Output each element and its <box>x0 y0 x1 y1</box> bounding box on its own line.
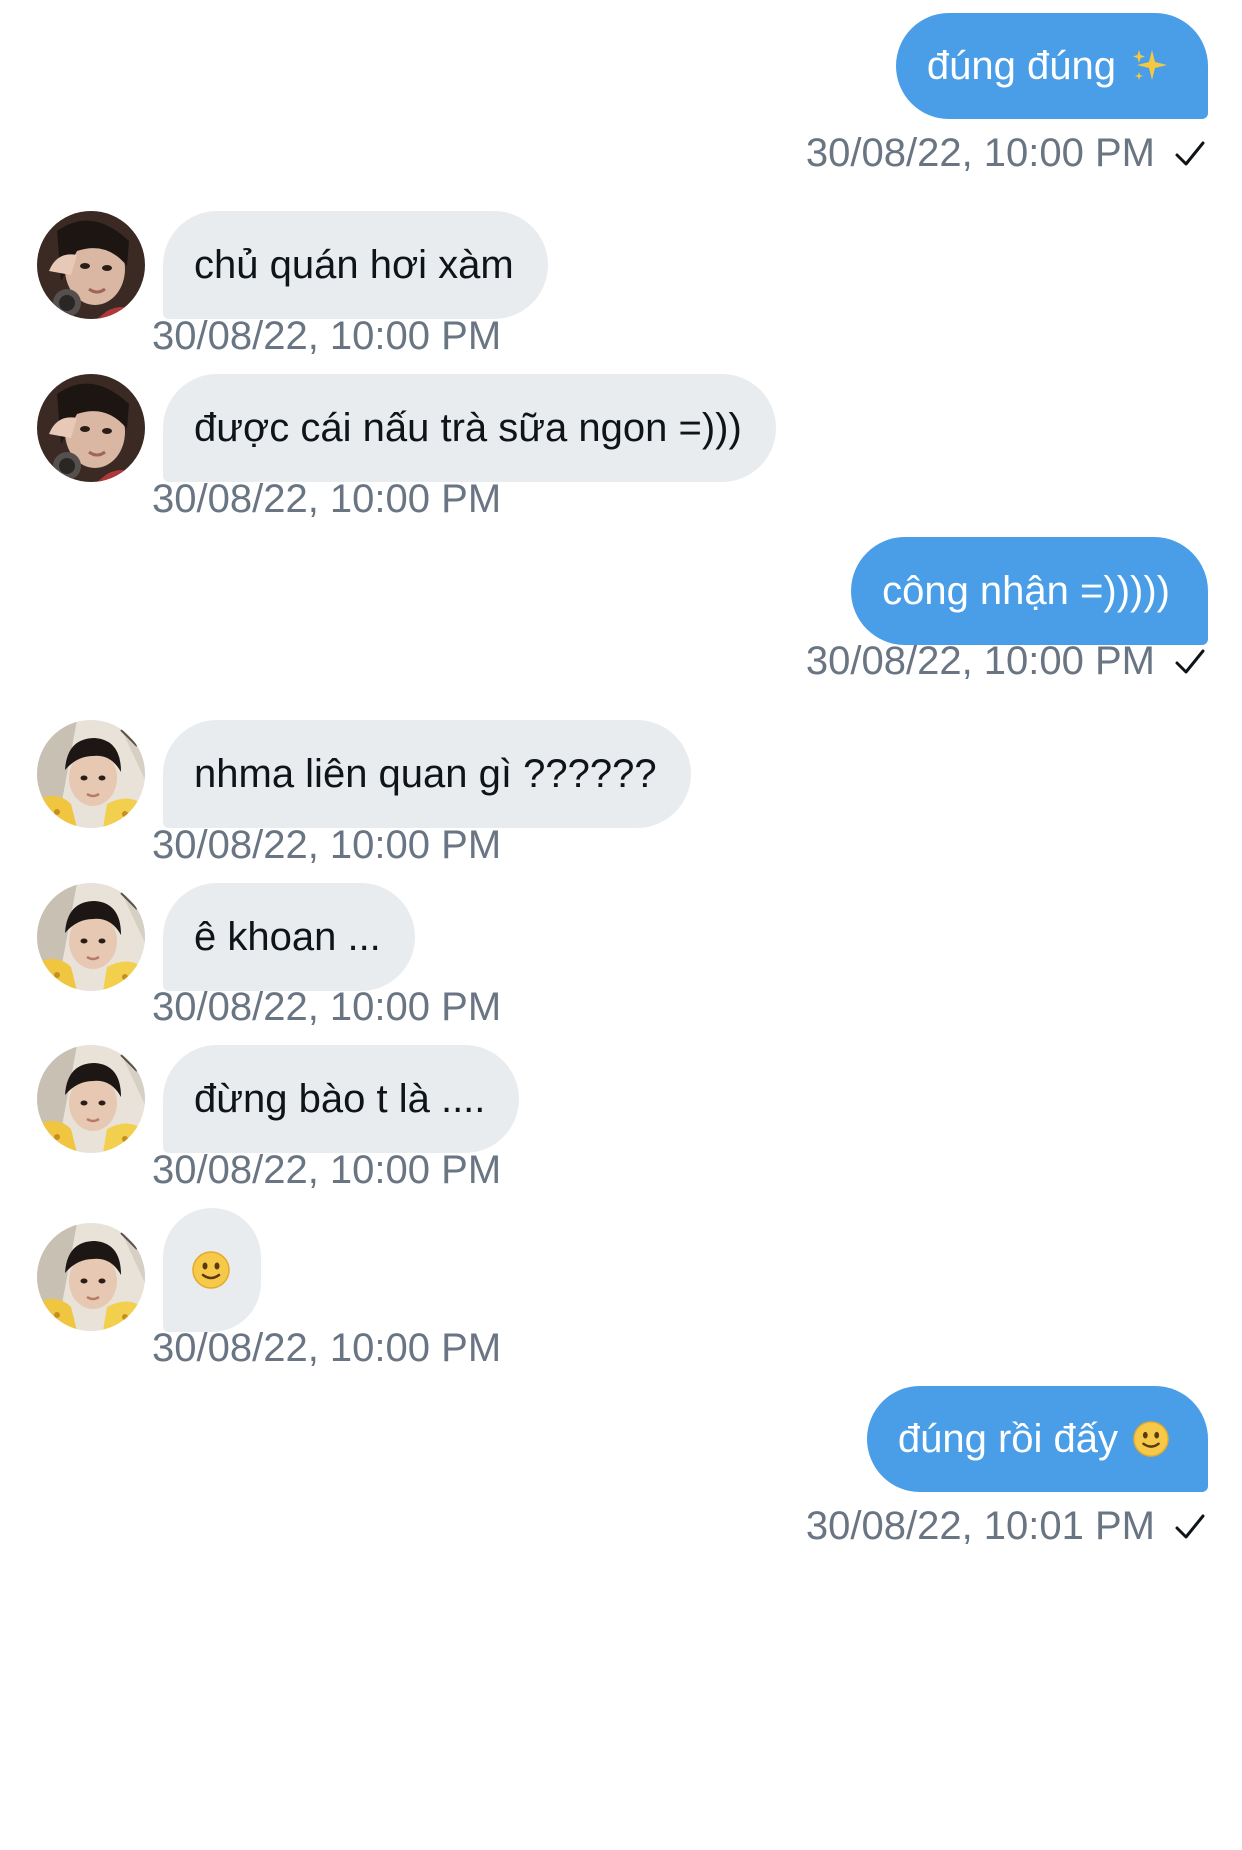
message-timestamp: 30/08/22, 10:00 PM <box>806 131 1207 176</box>
incoming-message-bubble[interactable]: chủ quán hơi xàm <box>163 211 548 319</box>
timestamp-text: 30/08/22, 10:00 PM <box>805 639 1155 683</box>
profile-photo-image <box>37 1045 145 1153</box>
incoming-message-bubble[interactable]: được cái nấu trà sữa ngon =))) <box>163 374 776 482</box>
profile-photo-image <box>37 883 145 991</box>
slightly-smiling-face-emoji-icon <box>191 1250 231 1290</box>
message-timestamp: 30/08/22, 10:01 PM <box>806 1504 1207 1549</box>
avatar[interactable] <box>37 374 145 482</box>
checkmark-icon <box>1173 137 1207 171</box>
avatar[interactable] <box>37 1045 145 1153</box>
incoming-message-bubble[interactable] <box>163 1208 261 1332</box>
incoming-message-bubble[interactable]: ê khoan ... <box>163 883 415 991</box>
checkmark-icon <box>1173 645 1207 679</box>
avatar[interactable] <box>37 1223 145 1331</box>
profile-photo-image <box>37 720 145 828</box>
avatar[interactable] <box>37 883 145 991</box>
profile-photo-image <box>37 1223 145 1331</box>
message-timestamp: 30/08/22, 10:00 PM <box>152 823 502 867</box>
message-timestamp: 30/08/22, 10:00 PM <box>152 985 502 1029</box>
profile-photo-image <box>37 374 145 482</box>
message-timestamp: 30/08/22, 10:00 PM <box>152 314 502 358</box>
profile-photo-image <box>37 211 145 319</box>
message-text: đừng bào t là .... <box>194 1076 486 1121</box>
message-timestamp: 30/08/22, 10:00 PM <box>152 1148 502 1192</box>
outgoing-message-bubble[interactable]: đúng đúng <box>895 13 1208 119</box>
message-timestamp: 30/08/22, 10:00 PM <box>806 639 1207 684</box>
message-timestamp: 30/08/22, 10:00 PM <box>152 477 502 521</box>
message-text: ê khoan ... <box>194 914 381 959</box>
message-text: đúng đúng <box>926 43 1116 88</box>
message-text: đúng rồi đấy <box>897 1416 1118 1461</box>
message-text: chủ quán hơi xàm <box>194 242 514 287</box>
outgoing-message-bubble[interactable]: đúng rồi đấy <box>866 1386 1208 1492</box>
message-timestamp: 30/08/22, 10:00 PM <box>152 1326 502 1370</box>
message-text: công nhận =))))) <box>882 568 1170 613</box>
sparkles-emoji-icon <box>1133 50 1167 80</box>
checkmark-icon <box>1173 1510 1207 1544</box>
timestamp-text: 30/08/22, 10:00 PM <box>805 131 1155 175</box>
avatar[interactable] <box>37 211 145 319</box>
outgoing-message-bubble[interactable]: công nhận =))))) <box>851 537 1208 645</box>
avatar[interactable] <box>37 720 145 828</box>
message-text: được cái nấu trà sữa ngon =))) <box>194 405 742 450</box>
incoming-message-bubble[interactable]: nhma liên quan gì ?????? <box>163 720 691 828</box>
message-text: nhma liên quan gì ?????? <box>194 751 657 796</box>
incoming-message-bubble[interactable]: đừng bào t là .... <box>163 1045 520 1153</box>
timestamp-text: 30/08/22, 10:01 PM <box>805 1504 1155 1548</box>
slightly-smiling-face-emoji-icon <box>1132 1420 1170 1458</box>
